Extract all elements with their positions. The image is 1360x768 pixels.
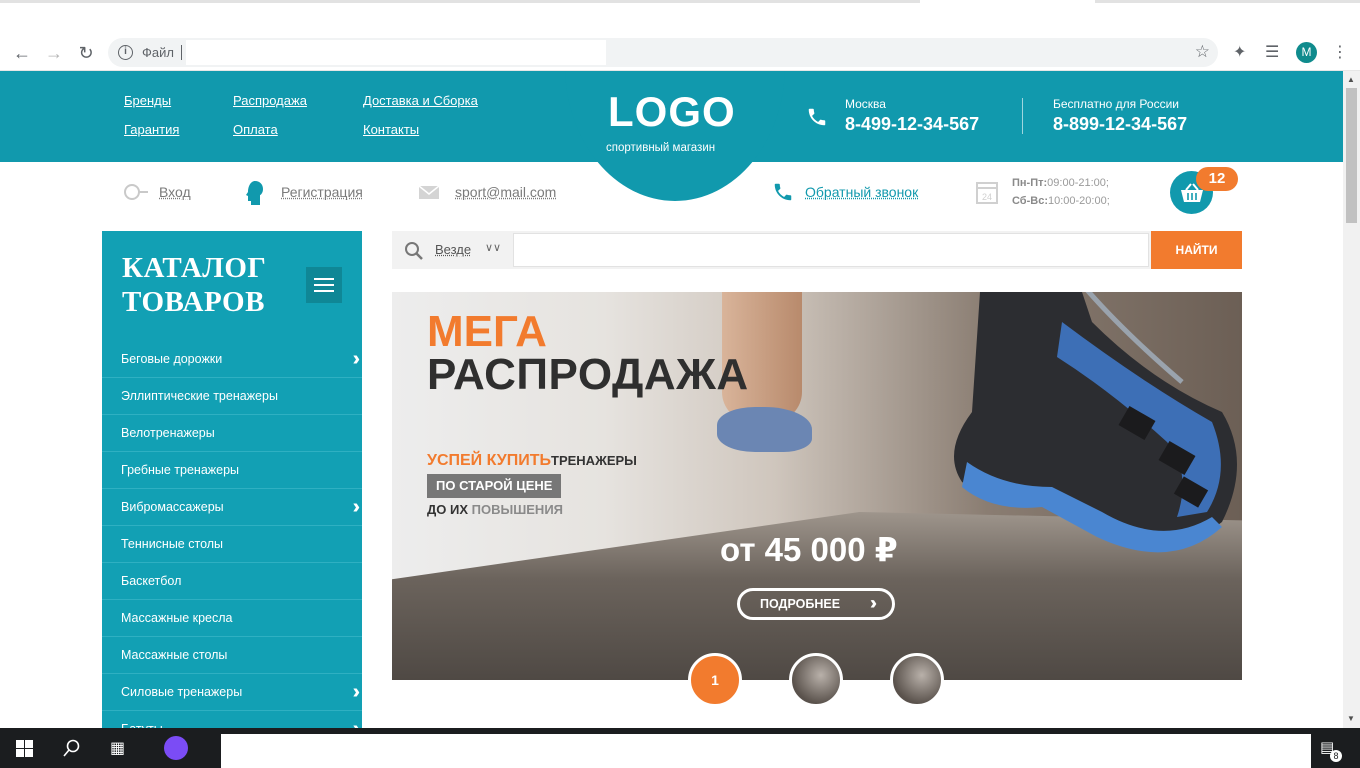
phone-icon <box>808 108 826 126</box>
media-queue-icon[interactable]: ☰ <box>1265 42 1279 62</box>
banner-price: от 45 000 ₽ <box>720 531 898 568</box>
catalog-sidebar: КАТАЛОГ ТОВАРОВ Беговые дорожки ›› Эллипти… <box>102 231 362 728</box>
task-view-icon[interactable]: ▦ <box>110 738 125 758</box>
bookmark-star-icon[interactable]: ☆ <box>1195 42 1210 62</box>
catalog-item[interactable]: Гребные тренажеры <box>102 452 362 489</box>
profile-avatar[interactable]: M <box>1296 42 1317 63</box>
slider-dot-1[interactable]: 1 <box>688 653 742 707</box>
nav-brands[interactable]: Бренды <box>124 93 171 108</box>
alice-assistant-icon[interactable] <box>164 736 188 760</box>
running-shoe-small-image <box>717 407 812 452</box>
cart-count-badge: 12 <box>1196 167 1238 191</box>
catalog-item-label: Баскетбол <box>121 574 182 588</box>
taskbar-search-icon[interactable] <box>63 739 81 757</box>
back-icon[interactable]: ← <box>11 42 33 64</box>
catalog-item[interactable]: Батуты›› <box>102 711 362 728</box>
register-link[interactable]: Регистрация <box>281 184 363 200</box>
scroll-thumb[interactable] <box>1346 88 1357 223</box>
phone-russia[interactable]: 8-899-12-34-567 <box>1053 114 1187 135</box>
banner-line3: ДО ИХ ПОВЫШЕНИЯ <box>427 502 564 517</box>
catalog-item[interactable]: Силовые тренажеры ›› <box>102 674 362 711</box>
more-button-label: ПОДРОБНЕЕ <box>760 597 841 611</box>
hours-weekend: Сб-Вс:10:00-20:00; <box>1012 195 1110 207</box>
nav-warranty[interactable]: Гарантия <box>124 122 179 137</box>
address-scheme-label: Файл <box>142 45 174 60</box>
extensions-icon[interactable]: ✦ <box>1233 42 1246 62</box>
search-scope-select[interactable]: Везде <box>435 242 471 257</box>
scroll-down-icon[interactable]: ▼ <box>1347 714 1355 723</box>
catalog-item[interactable]: Массажные столы <box>102 637 362 674</box>
search-icon <box>405 242 423 260</box>
catalog-item-label: Массажные столы <box>121 648 228 662</box>
callback-link[interactable]: Обратный звонок <box>805 184 918 200</box>
double-chevron-right-icon: ›› <box>870 593 877 613</box>
logo[interactable]: LOGO <box>608 88 736 136</box>
city-russia: Бесплатно для России <box>1053 97 1179 111</box>
menu-kebab-icon[interactable]: ⋮ <box>1332 42 1348 62</box>
catalog-item[interactable]: Эллиптические тренажеры <box>102 378 362 415</box>
city-moscow: Москва <box>845 97 886 111</box>
catalog-item-label: Силовые тренажеры <box>121 685 243 699</box>
callback-phone-icon <box>774 183 792 201</box>
catalog-item-label: Велотренажеры <box>121 426 215 440</box>
double-chevron-right-icon[interactable]: ›› <box>353 496 362 519</box>
catalog-item-label: Беговые дорожки <box>121 352 223 366</box>
key-icon <box>124 184 148 200</box>
login-link[interactable]: Вход <box>159 184 191 200</box>
catalog-item[interactable]: Вибромассажеры ›› <box>102 489 362 526</box>
phone-moscow[interactable]: 8-499-12-34-567 <box>845 114 979 135</box>
banner-line1: УСПЕЙ КУПИТЬТРЕНАЖЕРЫ <box>427 452 637 469</box>
double-chevron-right-icon[interactable]: ›› <box>353 348 362 371</box>
nav-payment[interactable]: Оплата <box>233 122 278 137</box>
chevron-down-icon[interactable]: ∨∨ <box>485 241 501 254</box>
hero-banner[interactable]: МЕГА РАСПРОДАЖА УСПЕЙ КУПИТЬТРЕНАЖЕРЫ ПО… <box>392 292 1242 680</box>
logo-subtitle: спортивный магазин <box>606 142 716 154</box>
catalog-item[interactable]: Баскетбол <box>102 563 362 600</box>
nav-delivery[interactable]: Доставка и Сборка <box>363 93 478 108</box>
user-head-icon <box>246 181 263 205</box>
banner-title: РАСПРОДАЖА <box>427 350 749 399</box>
banner-line2: ПО СТАРОЙ ЦЕНЕ <box>427 474 562 498</box>
catalog-item-label: Массажные кресла <box>121 611 233 625</box>
catalog-title: КАТАЛОГ ТОВАРОВ <box>122 252 267 318</box>
windows-start-icon[interactable] <box>16 740 33 757</box>
double-chevron-right-icon[interactable]: ›› <box>353 681 362 704</box>
email-link[interactable]: sport@mail.com <box>455 184 556 200</box>
catalog-item-label: Эллиптические тренажеры <box>121 389 278 403</box>
notifications-count: 8 <box>1330 750 1342 762</box>
slider-thumb-3[interactable] <box>890 653 944 707</box>
running-shoe-image <box>954 292 1237 553</box>
taskbar-input-area[interactable] <box>221 734 1311 768</box>
search-bar: Везде ∨∨ НАЙТИ <box>392 231 1242 269</box>
svg-text:24: 24 <box>982 192 992 202</box>
catalog-item-label: Гребные тренажеры <box>121 463 240 477</box>
calendar-icon: 24 <box>976 182 998 204</box>
catalog-item[interactable]: Велотренажеры <box>102 415 362 452</box>
catalog-item[interactable]: Беговые дорожки ›› <box>102 341 362 378</box>
info-icon[interactable]: i <box>118 45 133 60</box>
nav-contacts[interactable]: Контакты <box>363 122 419 137</box>
windows-taskbar: ▦ ▤ 8 <box>0 728 1360 768</box>
catalog-item[interactable]: Теннисные столы <box>102 526 362 563</box>
mail-icon <box>418 185 440 199</box>
slider-thumb-2[interactable] <box>789 653 843 707</box>
catalog-item[interactable]: Массажные кресла <box>102 600 362 637</box>
scroll-up-icon[interactable]: ▲ <box>1347 75 1355 84</box>
nav-sale[interactable]: Распродажа <box>233 93 307 108</box>
more-button[interactable]: ПОДРОБНЕЕ ›› <box>737 588 895 620</box>
double-chevron-right-icon[interactable]: ›› <box>353 718 362 728</box>
browser-toolbar: ← → ↻ i Файл ☆ ✦ ☰ M ⋮ <box>0 34 1360 71</box>
hours-weekdays: Пн-Пт:09:00-21:00; <box>1012 177 1109 189</box>
tab-strip <box>0 0 1360 34</box>
catalog-item-label: Теннисные столы <box>121 537 224 551</box>
catalog-menu-button[interactable] <box>306 267 342 303</box>
catalog-item-label: Вибромассажеры <box>121 500 224 514</box>
page-scrollbar[interactable]: ▲ ▼ <box>1343 71 1360 728</box>
search-input[interactable] <box>513 233 1149 267</box>
search-button[interactable]: НАЙТИ <box>1151 231 1242 269</box>
web-page: Бренды Распродажа Доставка и Сборка Гара… <box>0 71 1343 728</box>
forward-icon[interactable]: → <box>43 42 65 64</box>
reload-icon[interactable]: ↻ <box>75 42 97 64</box>
address-bar[interactable]: i Файл ☆ <box>108 38 1218 67</box>
